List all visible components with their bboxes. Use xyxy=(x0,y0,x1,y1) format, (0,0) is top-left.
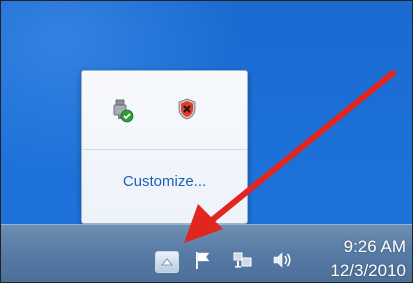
security-alert-icon[interactable] xyxy=(175,97,199,121)
desktop-screenshot: Customize... 9:26 AM 12/3/2010 xyxy=(0,0,413,283)
system-clock[interactable]: 9:26 AM 12/3/2010 xyxy=(330,235,406,282)
popup-divider xyxy=(82,149,247,150)
notification-overflow-popup: Customize... xyxy=(81,70,248,224)
network-icon[interactable] xyxy=(232,249,254,271)
customize-link[interactable]: Customize... xyxy=(82,173,247,190)
clock-time: 9:26 AM xyxy=(343,237,406,256)
clock-date: 12/3/2010 xyxy=(330,261,406,280)
volume-icon[interactable] xyxy=(271,249,293,271)
show-hidden-icons-button[interactable] xyxy=(155,251,179,273)
popup-icon-area xyxy=(82,71,247,149)
action-center-flag-icon[interactable] xyxy=(192,249,214,271)
chevron-up-icon xyxy=(161,258,173,266)
taskbar: 9:26 AM 12/3/2010 xyxy=(1,224,412,282)
usb-safe-remove-icon[interactable] xyxy=(110,99,134,123)
